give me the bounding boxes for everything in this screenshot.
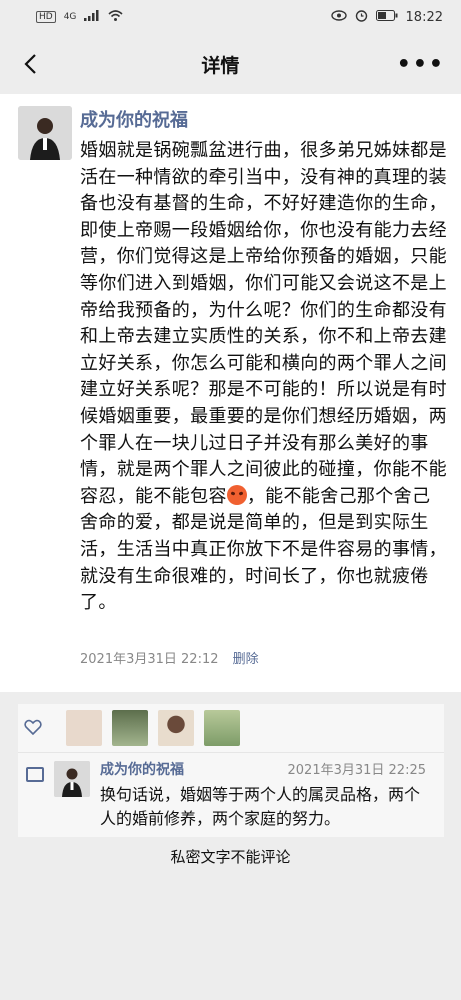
eye-icon	[330, 9, 347, 25]
liker-avatar[interactable]	[66, 710, 102, 746]
post-text: 婚姻就是锅碗瓢盆进行曲，很多弟兄姊妹都是活在一种情欲的牵引当中，没有神的真理的装…	[80, 140, 447, 507]
nav-bar: 详情 •••	[0, 34, 461, 94]
commenter-avatar[interactable]	[54, 761, 90, 797]
delete-button[interactable]: 删除	[233, 652, 259, 667]
commenter-name[interactable]: 成为你的祝福	[100, 759, 184, 779]
avatar-image	[54, 761, 90, 797]
signal-icon	[84, 9, 100, 25]
network-indicator: 4G	[63, 12, 77, 22]
likes-row	[18, 704, 444, 753]
back-button[interactable]	[16, 50, 44, 78]
comment-icon	[26, 767, 44, 782]
avatar-image	[18, 106, 72, 160]
liker-avatar[interactable]	[204, 710, 240, 746]
comment-time: 2021年3月31日 22:25	[287, 763, 427, 778]
post-meta: 2021年3月31日 22:12 删除	[80, 648, 259, 667]
clock-time: 18:22	[405, 9, 443, 25]
moment-post: 成为你的祝福 婚姻就是锅碗瓢盆进行曲，很多弟兄姊妹都是活在一种情欲的牵引当中，没…	[0, 94, 461, 692]
battery-icon	[375, 9, 398, 25]
liker-avatar[interactable]	[112, 710, 148, 746]
post-content: 婚姻就是锅碗瓢盆进行曲，很多弟兄姊妹都是活在一种情欲的牵引当中，没有神的真理的装…	[80, 138, 448, 617]
author-avatar[interactable]	[18, 106, 72, 160]
alarm-icon	[355, 9, 368, 26]
page-title: 详情	[201, 54, 240, 77]
hd-indicator: HD	[36, 11, 56, 23]
more-options-button[interactable]: •••	[397, 52, 445, 77]
interactions-panel: 成为你的祝福 2021年3月31日 22:25 换句话说，婚姻等于两个人的属灵品…	[18, 704, 444, 837]
private-notice: 私密文字不能评论	[170, 848, 291, 866]
angry-emoji-icon	[226, 484, 247, 505]
comment-text[interactable]: 换句话说，婚姻等于两个人的属灵品格，两个人的婚前修养，两个家庭的努力。	[100, 783, 430, 831]
heart-icon	[24, 719, 42, 737]
author-name[interactable]: 成为你的祝福	[80, 106, 188, 132]
more-icon: •••	[396, 51, 445, 77]
wifi-icon	[108, 9, 123, 25]
post-timestamp: 2021年3月31日 22:12	[80, 652, 219, 667]
comment-item: 成为你的祝福 2021年3月31日 22:25 换句话说，婚姻等于两个人的属灵品…	[18, 753, 444, 837]
status-bar: HD 4G 18:22	[0, 0, 461, 34]
back-arrow-icon	[24, 54, 36, 74]
liker-avatar[interactable]	[158, 710, 194, 746]
